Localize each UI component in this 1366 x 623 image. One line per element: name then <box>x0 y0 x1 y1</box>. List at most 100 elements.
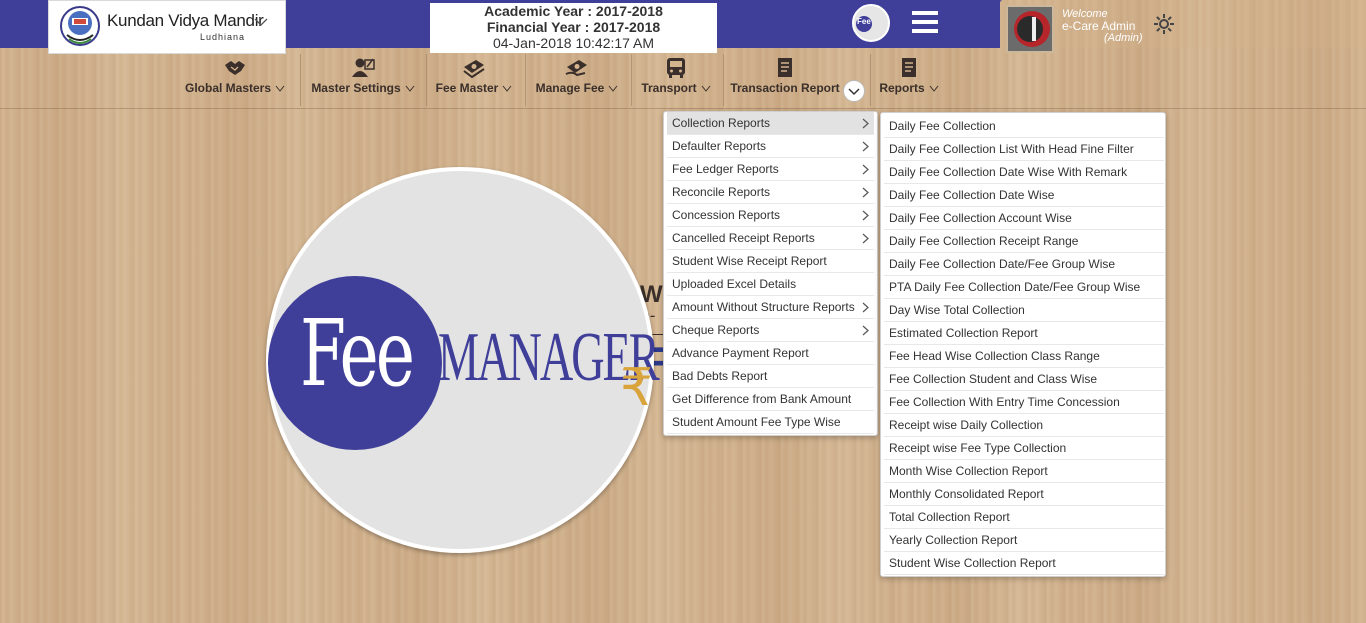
submenu-item[interactable]: Monthly Consolidated Report <box>884 483 1164 506</box>
submenu-item[interactable]: Daily Fee Collection Receipt Range <box>884 230 1164 253</box>
menu-item-get-difference-from-bank-amount[interactable]: Get Difference from Bank Amount <box>667 388 874 411</box>
submenu-item[interactable]: PTA Daily Fee Collection Date/Fee Group … <box>884 276 1164 299</box>
nav-transport[interactable]: Transport <box>633 52 719 108</box>
hamburger-menu-icon[interactable] <box>912 11 938 33</box>
menu-item-concession-reports[interactable]: Concession Reports <box>667 204 874 227</box>
money-hand-icon <box>565 60 587 77</box>
nav-label: Global Masters <box>184 81 272 95</box>
submenu-item[interactable]: Fee Head Wise Collection Class Range <box>884 345 1164 368</box>
transaction-report-menu: Collection Reports Defaulter Reports Fee… <box>663 111 878 436</box>
menu-item-label: Cancelled Receipt Reports <box>672 231 815 245</box>
submenu-item[interactable]: Daily Fee Collection Account Wise <box>884 207 1164 230</box>
rupee-icon: ₹ <box>620 359 654 417</box>
nav-divider <box>525 54 526 106</box>
menu-item-label: Concession Reports <box>672 208 781 222</box>
nav-label: Reports <box>879 81 925 95</box>
nav-label: Transport <box>641 81 697 95</box>
nav-divider <box>300 54 301 106</box>
collection-reports-submenu: Daily Fee Collection Daily Fee Collectio… <box>880 112 1166 577</box>
chevron-right-icon <box>862 233 869 244</box>
nav-divider <box>870 54 871 106</box>
nav-divider <box>426 54 427 106</box>
chevron-down-icon <box>701 86 711 93</box>
submenu-item[interactable]: Daily Fee Collection List With Head Fine… <box>884 138 1164 161</box>
submenu-item[interactable]: Estimated Collection Report <box>884 322 1164 345</box>
chevron-right-icon <box>862 118 869 129</box>
submenu-item[interactable]: Fee Collection Student and Class Wise <box>884 368 1164 391</box>
nav-global-masters[interactable]: Global Masters <box>176 52 294 108</box>
menu-item-amount-without-structure-reports[interactable]: Amount Without Structure Reports <box>667 296 874 319</box>
nav-label: Transaction Report <box>730 81 840 95</box>
menu-item-label: Uploaded Excel Details <box>672 277 797 291</box>
nav-label: Manage Fee <box>535 81 605 95</box>
chevron-right-icon <box>862 141 869 152</box>
menu-item-label: Advance Payment Report <box>672 346 809 360</box>
chevron-down-icon <box>848 88 860 96</box>
school-city: Ludhiana <box>200 32 246 42</box>
menu-item-defaulter-reports[interactable]: Defaulter Reports <box>667 135 874 158</box>
chevron-down-icon[interactable] <box>254 17 268 27</box>
user-edit-icon <box>352 58 375 77</box>
menu-item-label: Get Difference from Bank Amount <box>672 392 852 406</box>
submenu-item[interactable]: Fee Collection With Entry Time Concessio… <box>884 391 1164 414</box>
menu-item-label: Reconcile Reports <box>672 185 771 199</box>
header-user-area <box>1000 0 1366 48</box>
school-name: Kundan Vidya Mandir <box>107 11 264 30</box>
submenu-item[interactable]: Day Wise Total Collection <box>884 299 1164 322</box>
menu-item-cheque-reports[interactable]: Cheque Reports <box>667 319 874 342</box>
academic-year: Academic Year : 2017-2018 <box>484 3 663 19</box>
submenu-item[interactable]: Daily Fee Collection <box>884 115 1164 138</box>
main-navigation: Global Masters Master Settings Fee Maste… <box>0 52 1366 109</box>
submenu-item[interactable]: Daily Fee Collection Date/Fee Group Wise <box>884 253 1164 276</box>
submenu-item[interactable]: Yearly Collection Report <box>884 529 1164 552</box>
gear-icon[interactable] <box>1152 12 1176 36</box>
chevron-down-icon <box>929 86 939 93</box>
nav-transaction-report[interactable]: Transaction Report <box>725 52 845 108</box>
report-icon <box>902 58 916 77</box>
menu-item-label: Defaulter Reports <box>672 139 767 153</box>
menu-item-label: Amount Without Structure Reports <box>672 300 855 314</box>
menu-item-student-amount-fee-type-wise[interactable]: Student Amount Fee Type Wise <box>667 411 874 434</box>
school-crest-icon <box>60 6 100 46</box>
submenu-item[interactable]: Daily Fee Collection Date Wise <box>884 184 1164 207</box>
submenu-item[interactable]: Receipt wise Fee Type Collection <box>884 437 1164 460</box>
nav-master-settings[interactable]: Master Settings <box>302 52 424 108</box>
chevron-right-icon <box>862 164 869 175</box>
avatar[interactable] <box>1006 5 1054 53</box>
menu-item-label: Fee Ledger Reports <box>672 162 779 176</box>
menu-item-label: Bad Debts Report <box>672 369 768 383</box>
logo-fee-text: Fee <box>300 300 415 407</box>
submenu-item[interactable]: Total Collection Report <box>884 506 1164 529</box>
current-datetime: 04-Jan-2018 10:42:17 AM <box>492 35 655 51</box>
chevron-down-icon <box>502 86 512 93</box>
nav-label: Master Settings <box>311 81 401 95</box>
menu-item-label: Student Amount Fee Type Wise <box>672 415 841 429</box>
submenu-item[interactable]: Receipt wise Daily Collection <box>884 414 1164 437</box>
financial-year: Financial Year : 2017-2018 <box>486 19 661 35</box>
submenu-item[interactable]: Daily Fee Collection Date Wise With Rema… <box>884 161 1164 184</box>
menu-item-label: Student Wise Receipt Report <box>672 254 827 268</box>
menu-item-reconcile-reports[interactable]: Reconcile Reports <box>667 181 874 204</box>
fee-manager-badge-icon[interactable]: Fee <box>852 4 890 42</box>
menu-item-cancelled-receipt-reports[interactable]: Cancelled Receipt Reports <box>667 227 874 250</box>
menu-item-fee-ledger-reports[interactable]: Fee Ledger Reports <box>667 158 874 181</box>
menu-item-uploaded-excel-details[interactable]: Uploaded Excel Details <box>667 273 874 296</box>
menu-item-student-wise-receipt-report[interactable]: Student Wise Receipt Report <box>667 250 874 273</box>
submenu-item[interactable]: Student Wise Collection Report <box>884 552 1164 575</box>
nav-manage-fee[interactable]: Manage Fee <box>527 52 627 108</box>
user-role: (Admin) <box>1104 32 1143 44</box>
chevron-right-icon <box>862 302 869 313</box>
menu-item-bad-debts-report[interactable]: Bad Debts Report <box>667 365 874 388</box>
menu-item-advance-payment-report[interactable]: Advance Payment Report <box>667 342 874 365</box>
submenu-item[interactable]: Month Wise Collection Report <box>884 460 1164 483</box>
chevron-right-icon <box>862 210 869 221</box>
nav-dropdown-toggle[interactable] <box>843 80 865 102</box>
nav-reports[interactable]: Reports <box>872 52 946 108</box>
nav-fee-master[interactable]: Fee Master <box>428 52 520 108</box>
nav-label: Fee Master <box>435 81 499 95</box>
chevron-down-icon <box>608 86 618 93</box>
menu-item-collection-reports[interactable]: Collection Reports <box>667 112 874 135</box>
school-selector[interactable]: Kundan Vidya Mandir Ludhiana <box>48 0 286 54</box>
user-name[interactable]: e-Care Admin <box>1062 19 1135 33</box>
nav-divider <box>631 54 632 106</box>
